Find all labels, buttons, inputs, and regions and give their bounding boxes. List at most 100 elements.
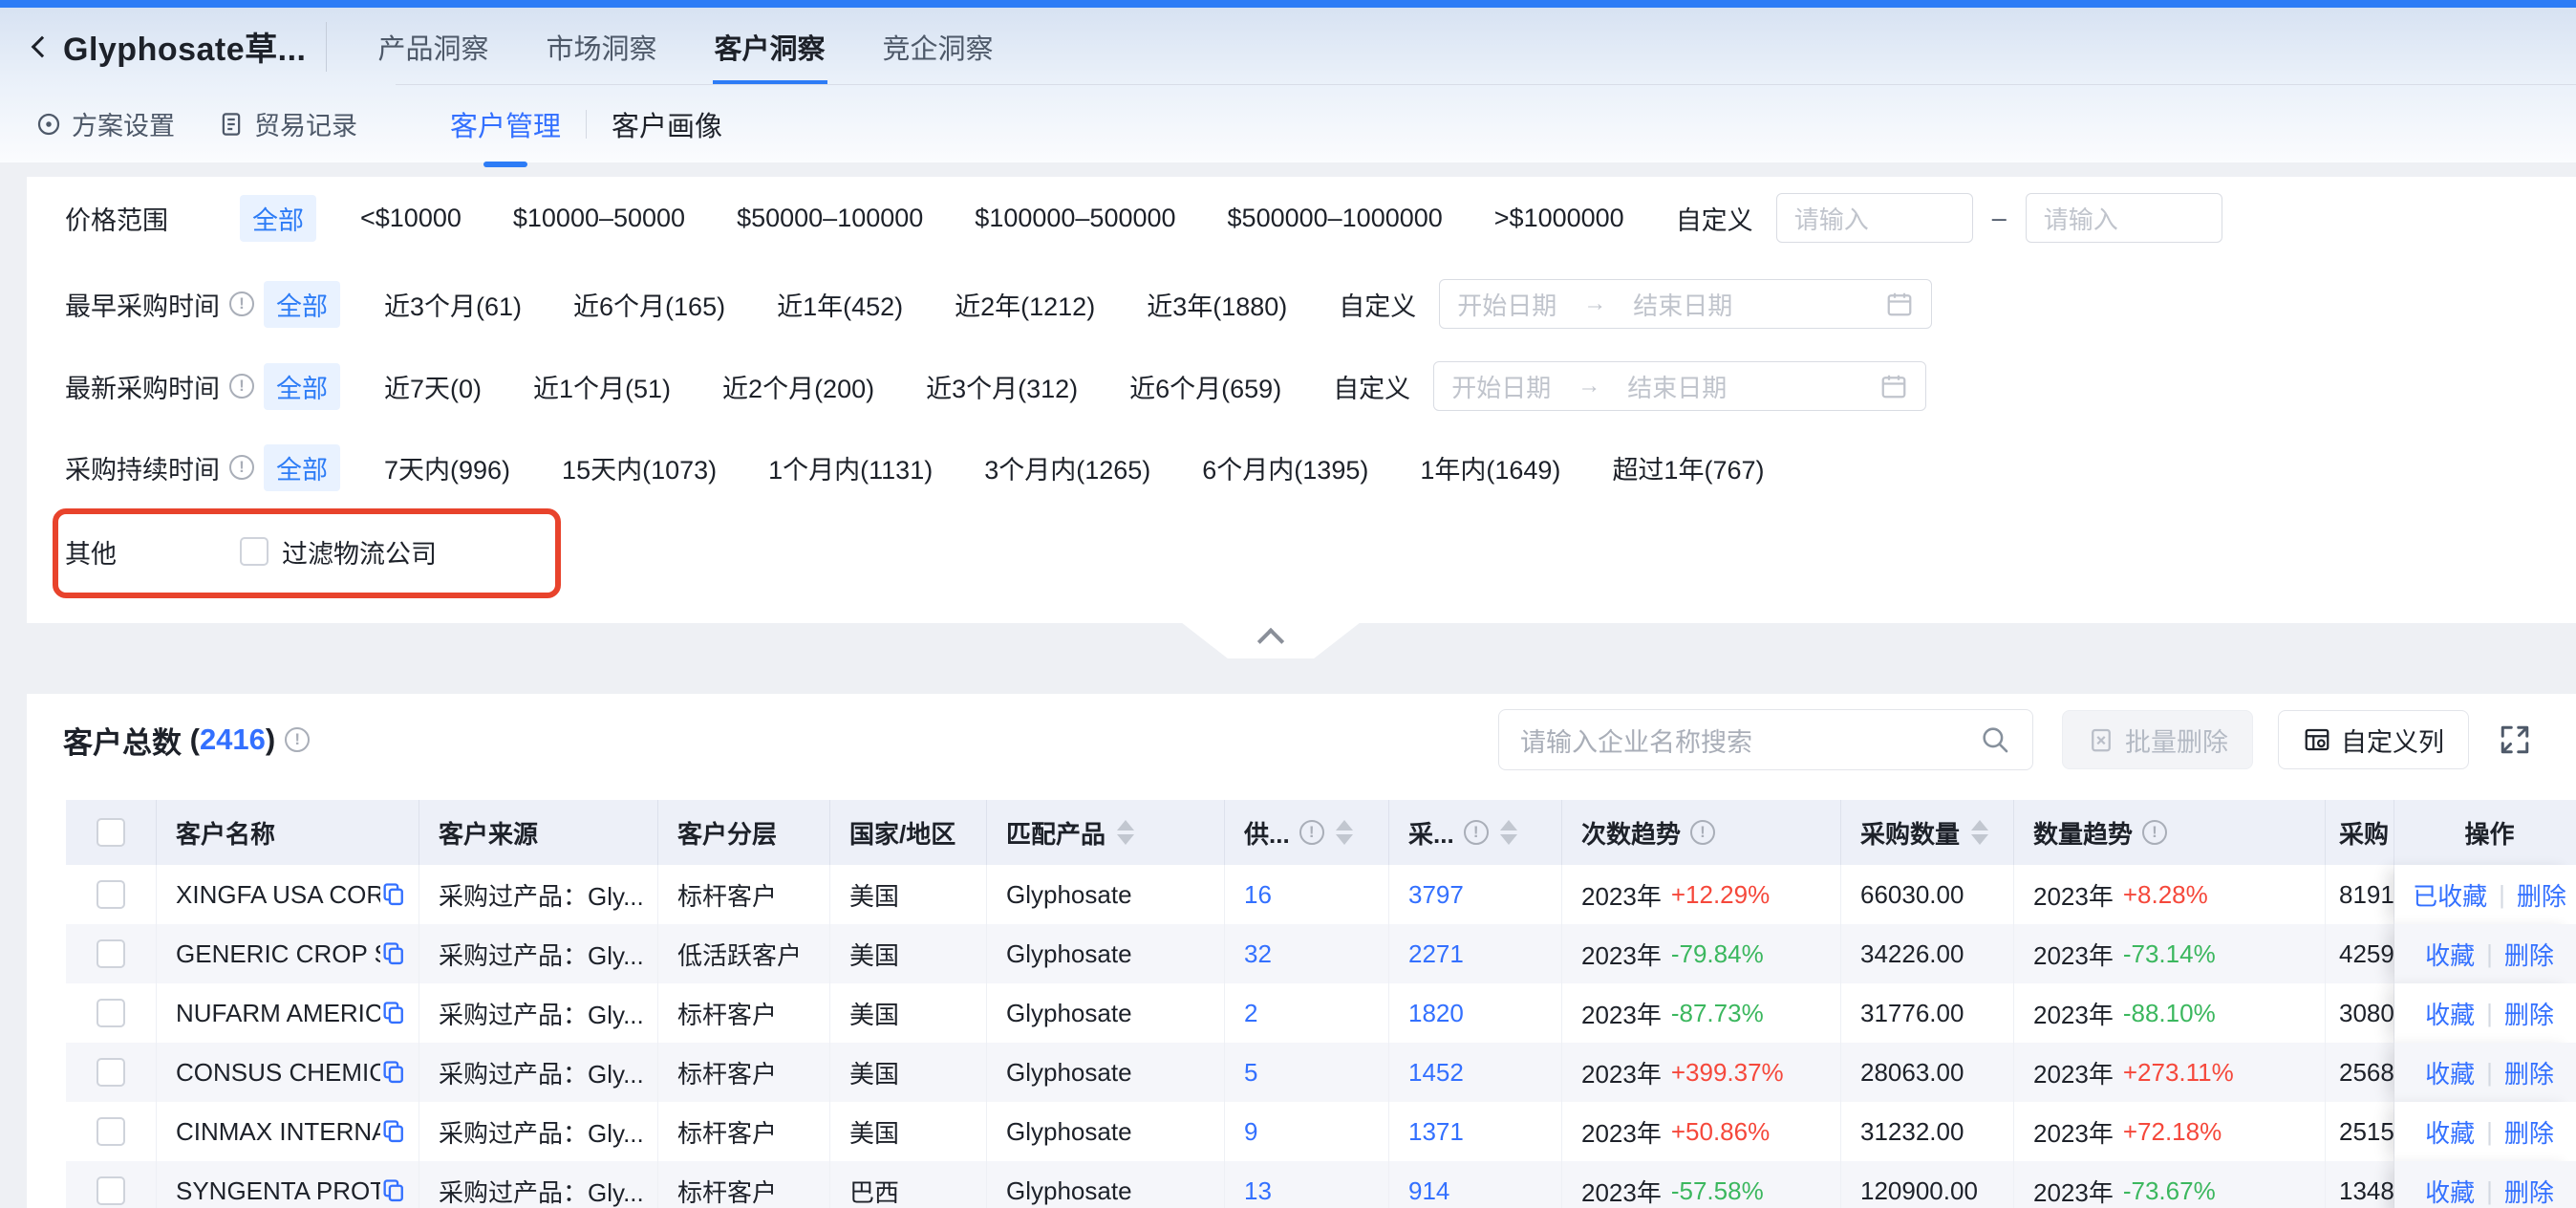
filter-option[interactable]: 15天内(1073)	[562, 449, 717, 486]
customer-name[interactable]: NUFARM AMERICAS,	[176, 999, 380, 1028]
cell-purchases-link[interactable]: 914	[1408, 1176, 1449, 1206]
sort-icon[interactable]	[1336, 820, 1353, 845]
customer-name[interactable]: CONSUS CHEMICAL	[176, 1058, 380, 1088]
copy-icon[interactable]	[380, 1118, 407, 1145]
filter-option[interactable]: 近6个月(659)	[1129, 368, 1281, 405]
action-收藏[interactable]: 收藏	[2425, 937, 2475, 972]
action-删除[interactable]: 删除	[2504, 1055, 2554, 1090]
filter-option[interactable]: 近3个月(61)	[384, 286, 522, 323]
sort-icon[interactable]	[1117, 820, 1134, 845]
subtab-客户管理[interactable]: 客户管理	[450, 104, 561, 144]
action-收藏[interactable]: 收藏	[2425, 1174, 2475, 1208]
filter-option[interactable]: $10000–50000	[513, 204, 685, 233]
customer-name[interactable]: CINMAX INTERNATIO	[176, 1117, 380, 1147]
cell-suppliers-link[interactable]: 13	[1244, 1176, 1272, 1206]
subtab-客户画像[interactable]: 客户画像	[612, 104, 722, 144]
filter-option[interactable]: 全部	[264, 444, 340, 491]
row-checkbox[interactable]	[97, 1176, 125, 1205]
price-max-input[interactable]: 请输入	[2026, 193, 2222, 243]
row-checkbox[interactable]	[97, 939, 125, 968]
action-收藏[interactable]: 收藏	[2425, 996, 2475, 1031]
row-checkbox[interactable]	[97, 1058, 125, 1087]
cell-checkbox	[66, 924, 157, 983]
action-删除[interactable]: 删除	[2504, 996, 2554, 1031]
action-删除[interactable]: 删除	[2504, 937, 2554, 972]
filter-option[interactable]: 近2年(1212)	[955, 286, 1095, 323]
company-search-input[interactable]: 请输入企业名称搜索	[1498, 709, 2033, 770]
action-已收藏[interactable]: 已收藏	[2413, 877, 2487, 913]
filter-option[interactable]: 近3个月(312)	[926, 368, 1078, 405]
select-all-checkbox[interactable]	[97, 818, 125, 847]
cell-purchases-link[interactable]: 1820	[1408, 999, 1464, 1028]
filter-option[interactable]: $100000–500000	[975, 204, 1175, 233]
filter-option[interactable]: 超过1年(767)	[1612, 449, 1764, 486]
action-删除[interactable]: 删除	[2504, 1174, 2554, 1208]
customer-name[interactable]: XINGFA USA CORPO	[176, 880, 380, 910]
action-删除[interactable]: 删除	[2504, 1114, 2554, 1150]
insight-tab-产品洞察[interactable]: 产品洞察	[376, 8, 491, 85]
insight-tab-市场洞察[interactable]: 市场洞察	[545, 8, 659, 85]
back-button[interactable]: Glyphosate草...	[0, 23, 307, 70]
fullscreen-button[interactable]	[2498, 723, 2532, 757]
filter-option[interactable]: 全部	[240, 195, 316, 242]
tool-方案设置[interactable]: 方案设置	[34, 105, 175, 142]
filter-option[interactable]: <$10000	[360, 204, 462, 233]
insight-tab-竞企洞察[interactable]: 竞企洞察	[881, 8, 996, 85]
action-收藏[interactable]: 收藏	[2425, 1055, 2475, 1090]
filter-option[interactable]: 近1个月(51)	[533, 368, 671, 405]
batch-delete-button[interactable]: 批量删除	[2062, 710, 2253, 769]
custom-range-label[interactable]: 自定义	[1676, 200, 1753, 237]
row-checkbox[interactable]	[97, 880, 125, 909]
row-checkbox[interactable]	[97, 1117, 125, 1146]
cell-suppliers-link[interactable]: 9	[1244, 1117, 1257, 1147]
cell-suppliers-link[interactable]: 5	[1244, 1058, 1257, 1088]
filter-option[interactable]: 全部	[264, 363, 340, 410]
filter-option[interactable]: $50000–100000	[737, 204, 923, 233]
copy-icon[interactable]	[380, 1000, 407, 1026]
filter-option[interactable]: $500000–1000000	[1228, 204, 1443, 233]
filter-option[interactable]: 3个月内(1265)	[984, 449, 1150, 486]
customer-name[interactable]: SYNGENTA PROTEC	[176, 1176, 380, 1206]
cell-purchases-link[interactable]: 1452	[1408, 1058, 1464, 1088]
tool-贸易记录[interactable]: 贸易记录	[217, 105, 357, 142]
price-min-input[interactable]: 请输入	[1776, 193, 1973, 243]
row-checkbox[interactable]	[97, 999, 125, 1027]
search-icon	[1979, 723, 2011, 756]
copy-icon[interactable]	[380, 881, 407, 908]
copy-icon[interactable]	[380, 1177, 407, 1204]
filter-option[interactable]: 1个月内(1131)	[768, 449, 933, 486]
customer-name[interactable]: GENERIC CROP SCI	[176, 939, 380, 969]
custom-range-label[interactable]: 自定义	[1339, 286, 1416, 323]
col-header-label: 数量趋势	[2033, 815, 2133, 851]
copy-icon[interactable]	[380, 940, 407, 967]
cell-purchases-link[interactable]: 3797	[1408, 880, 1464, 910]
action-收藏[interactable]: 收藏	[2425, 1114, 2475, 1150]
sort-icon[interactable]	[1500, 820, 1517, 845]
logistics-filter-checkbox[interactable]	[240, 537, 268, 566]
filter-option[interactable]: 全部	[264, 281, 340, 328]
date-range-picker[interactable]: 开始日期→结束日期	[1433, 361, 1926, 411]
copy-icon[interactable]	[380, 1059, 407, 1086]
filter-option[interactable]: >$1000000	[1494, 204, 1624, 233]
filter-option[interactable]: 7天内(996)	[384, 449, 510, 486]
customize-columns-button[interactable]: 自定义列	[2278, 710, 2469, 769]
filter-option[interactable]: 近3年(1880)	[1147, 286, 1287, 323]
action-删除[interactable]: 删除	[2517, 877, 2566, 913]
filter-option[interactable]: 6个月内(1395)	[1202, 449, 1368, 486]
filter-option[interactable]: 近2个月(200)	[722, 368, 874, 405]
header: Glyphosate草... 产品洞察市场洞察客户洞察竞企洞察 方案设置 贸易记录…	[0, 8, 2576, 162]
filter-option[interactable]: 近7天(0)	[384, 368, 482, 405]
filter-option[interactable]: 1年内(1649)	[1420, 449, 1560, 486]
cell-purchases-link[interactable]: 1371	[1408, 1117, 1464, 1147]
insight-tab-客户洞察[interactable]: 客户洞察	[713, 8, 827, 85]
cell-suppliers-link[interactable]: 2	[1244, 999, 1257, 1028]
filter-option[interactable]: 近6个月(165)	[573, 286, 725, 323]
cell-suppliers-link[interactable]: 16	[1244, 880, 1272, 910]
filter-option[interactable]: 近1年(452)	[777, 286, 903, 323]
collapse-filters-button[interactable]	[1181, 622, 1361, 658]
sort-icon[interactable]	[1971, 820, 1988, 845]
cell-suppliers-link[interactable]: 32	[1244, 939, 1272, 969]
cell-purchases-link[interactable]: 2271	[1408, 939, 1464, 969]
custom-range-label[interactable]: 自定义	[1333, 368, 1410, 405]
date-range-picker[interactable]: 开始日期→结束日期	[1439, 279, 1932, 329]
